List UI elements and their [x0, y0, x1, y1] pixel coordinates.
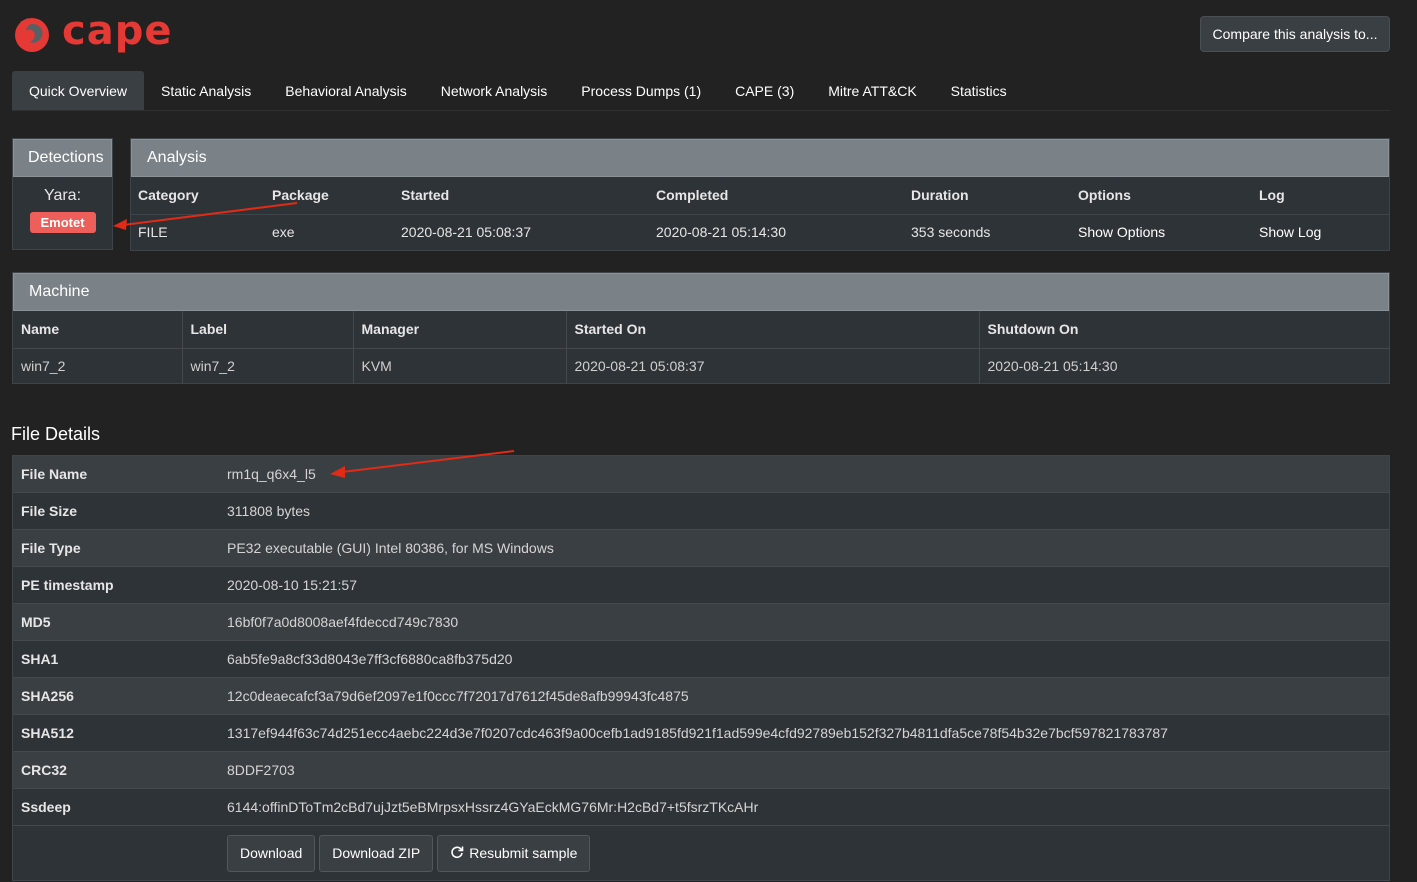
column-header: Category [131, 177, 265, 215]
tab-mitre-attack[interactable]: Mitre ATT&CK [811, 71, 933, 111]
column-header: Shutdown On [979, 311, 1389, 349]
tab-static-analysis[interactable]: Static Analysis [144, 71, 268, 111]
machine-shutdown-on: 2020-08-21 05:14:30 [987, 358, 1118, 375]
analysis-started: 2020-08-21 05:08:37 [401, 224, 531, 241]
table-header-row: Category Package Started Completed Durat… [131, 177, 1389, 215]
file-type-value: PE32 executable (GUI) Intel 80386, for M… [227, 540, 554, 556]
table-row: File Size 311808 bytes [13, 493, 1389, 530]
tab-behavioral-analysis[interactable]: Behavioral Analysis [268, 71, 423, 111]
file-name-value: rm1q_q6x4_l5 [227, 466, 316, 482]
show-log-link[interactable]: Show Log [1252, 214, 1389, 250]
analysis-completed: 2020-08-21 05:14:30 [656, 224, 786, 241]
file-name-key: File Name [21, 466, 88, 482]
column-header: Started [394, 177, 649, 215]
download-button-label: Download [240, 845, 303, 861]
machine-name: win7_2 [13, 348, 183, 384]
ssdeep-value: 6144:offinDToTm2cBd7ujJzt5eBMrpsxHssrz4G… [227, 799, 759, 815]
table-row: CRC32 8DDF2703 [13, 752, 1389, 789]
tab-network-analysis[interactable]: Network Analysis [424, 71, 565, 111]
column-header: Completed [649, 177, 904, 215]
resubmit-sample-label: Resubmit sample [469, 845, 578, 861]
machine-started-on: 2020-08-21 05:08:37 [566, 348, 980, 384]
crc32-value: 8DDF2703 [227, 762, 295, 778]
sha1-value: 6ab5fe9a8cf33d8043e7ff3cf6880ca8fb375d20 [227, 651, 513, 667]
sha256-value: 12c0deaecafcf3a79d6ef2097e1f0ccc7f72017d… [227, 688, 689, 704]
tab-quick-overview[interactable]: Quick Overview [12, 71, 145, 111]
file-actions: Download Download ZIP Resubmit sample [13, 826, 1389, 880]
detections-title: Detections [13, 139, 112, 177]
show-options-link[interactable]: Show Options [1071, 214, 1252, 250]
analysis-table: Category Package Started Completed Durat… [131, 177, 1389, 250]
column-header: Manager [353, 311, 567, 349]
analysis-duration: 353 seconds [911, 224, 991, 241]
column-header: Options [1071, 177, 1252, 215]
table-row: FILE exe 2020-08-21 05:08:37 2020-08-21 … [131, 214, 1389, 250]
table-row: SHA1 6ab5fe9a8cf33d8043e7ff3cf6880ca8fb3… [13, 641, 1389, 678]
pe-timestamp-key: PE timestamp [21, 577, 114, 593]
analysis-panel: Analysis Category Package Started Comple… [130, 138, 1390, 251]
sha512-value: 1317ef944f63c74d251ecc4aebc224d3e7f0207c… [227, 725, 1168, 741]
sha256-key: SHA256 [21, 688, 74, 704]
refresh-icon [450, 845, 464, 862]
file-details-title: File Details [11, 424, 101, 444]
table-row: PE timestamp 2020-08-10 15:21:57 [13, 567, 1389, 604]
tab-process-dumps[interactable]: Process Dumps (1) [564, 71, 718, 111]
table-row: File Name rm1q_q6x4_l5 [13, 456, 1389, 493]
analysis-package: exe [272, 224, 295, 241]
file-type-key: File Type [21, 540, 81, 556]
download-zip-button-label: Download ZIP [332, 845, 421, 861]
analysis-title: Analysis [131, 139, 1389, 177]
crc32-key: CRC32 [21, 762, 67, 778]
machine-label: win7_2 [182, 348, 354, 384]
column-header: Duration [904, 177, 1071, 215]
cape-logo-text: cape [62, 8, 173, 54]
yara-detection-badge[interactable]: Emotet [29, 212, 96, 233]
ssdeep-key: Ssdeep [21, 799, 71, 815]
column-header: Label [182, 311, 354, 349]
file-size-key: File Size [21, 503, 78, 519]
column-header: Started On [566, 311, 980, 349]
table-row: Ssdeep 6144:offinDToTm2cBd7ujJzt5eBMrpsx… [13, 789, 1389, 826]
analysis-tabs: Quick Overview Static Analysis Behaviora… [12, 71, 1390, 111]
table-row: win7_2 win7_2 KVM 2020-08-21 05:08:37 20… [13, 348, 1389, 384]
column-header: Package [265, 177, 394, 215]
resubmit-sample-button[interactable]: Resubmit sample [437, 834, 591, 872]
machine-manager: KVM [353, 348, 567, 384]
detections-panel: Detections Yara: Emotet [12, 138, 113, 250]
pe-timestamp-value: 2020-08-10 15:21:57 [227, 577, 357, 593]
table-row: File Type PE32 executable (GUI) Intel 80… [13, 530, 1389, 567]
sha512-key: SHA512 [21, 725, 74, 741]
download-button[interactable]: Download [227, 834, 316, 872]
machine-title: Machine [13, 273, 1389, 311]
table-header-row: Name Label Manager Started On Shutdown O… [13, 311, 1389, 349]
compare-analysis-button[interactable]: Compare this analysis to... [1200, 16, 1390, 52]
machine-panel: Machine Name Label Manager Started On Sh… [12, 272, 1390, 384]
column-header: Name [13, 311, 183, 349]
table-row: SHA512 1317ef944f63c74d251ecc4aebc224d3e… [13, 715, 1389, 752]
cape-logo-icon [14, 14, 54, 54]
md5-key: MD5 [21, 614, 51, 630]
cape-logo[interactable]: cape [14, 8, 173, 54]
machine-table: Name Label Manager Started On Shutdown O… [13, 311, 1389, 384]
table-row: SHA256 12c0deaecafcf3a79d6ef2097e1f0ccc7… [13, 678, 1389, 715]
download-zip-button[interactable]: Download ZIP [319, 834, 434, 872]
md5-value: 16bf0f7a0d8008aef4fdeccd749c7830 [227, 614, 459, 630]
file-details-table: File Name rm1q_q6x4_l5 File Size 311808 … [12, 455, 1390, 881]
table-row: MD5 16bf0f7a0d8008aef4fdeccd749c7830 [13, 604, 1389, 641]
tab-cape[interactable]: CAPE (3) [718, 71, 811, 111]
column-header: Log [1252, 177, 1389, 215]
sha1-key: SHA1 [21, 651, 59, 667]
tab-statistics[interactable]: Statistics [934, 71, 1024, 111]
tabs-divider [12, 110, 1390, 111]
analysis-category: FILE [138, 224, 168, 241]
yara-label: Yara: [43, 187, 82, 204]
file-size-value: 311808 bytes [227, 503, 311, 519]
